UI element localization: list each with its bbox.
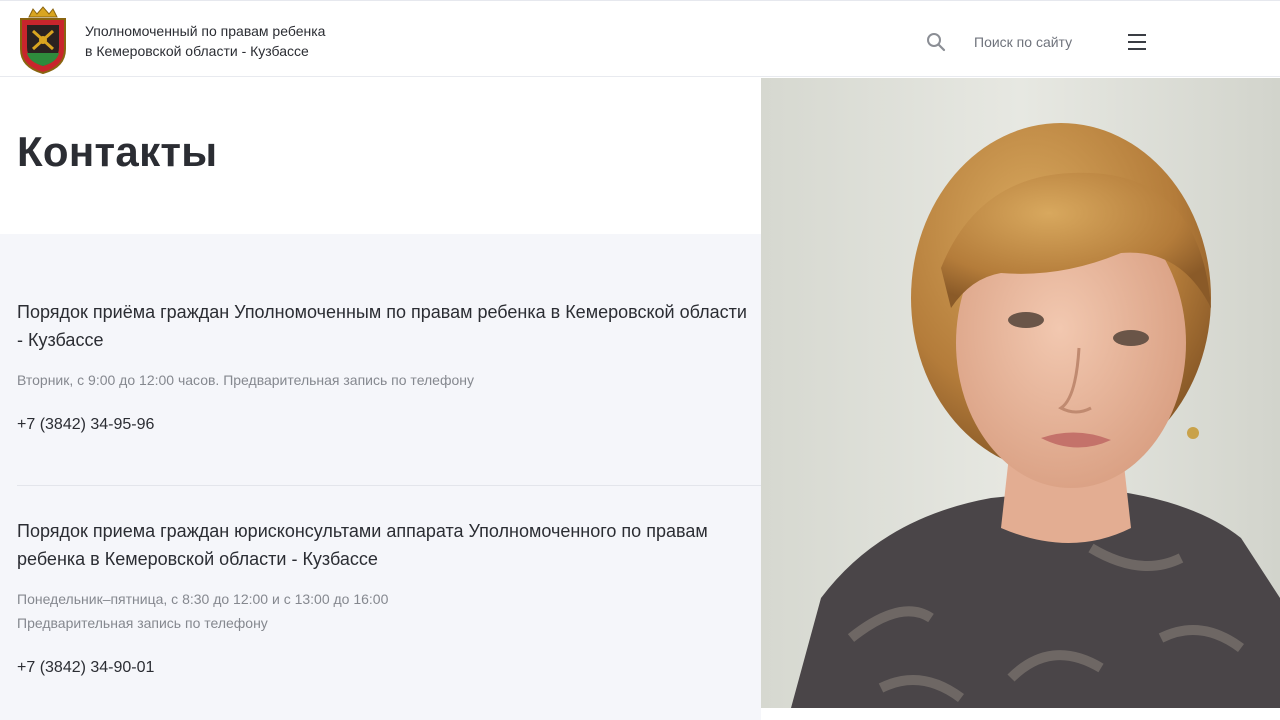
menu-icon[interactable] — [1126, 31, 1148, 53]
contact-phone-link[interactable]: +7 (3842) 34-95-96 — [17, 414, 154, 436]
contact-hours: Вторник, с 9:00 до 12:00 часов. Предвари… — [17, 372, 475, 388]
contact-block-ombudsman: Порядок приёма граждан Уполномоченным по… — [17, 298, 757, 436]
contact-block-legal-advisers: Порядок приема граждан юрисконсультами а… — [17, 517, 757, 679]
site-header: Уполномоченный по правам ребенка в Кемер… — [0, 0, 1280, 77]
ombudsman-photo — [761, 78, 1280, 708]
organization-name-line-2: в Кемеровской области - Кузбассе — [85, 43, 309, 59]
contact-hours: Понедельник–пятница, с 8:30 до 12:00 и с… — [17, 591, 389, 607]
coat-of-arms-logo[interactable] — [15, 5, 71, 75]
contact-title: Порядок приема граждан юрисконсультами а… — [17, 521, 708, 569]
organization-name[interactable]: Уполномоченный по правам ребенка в Кемер… — [85, 21, 325, 61]
contact-hours: Предварительная запись по телефону — [17, 615, 268, 631]
organization-name-line-1: Уполномоченный по правам ребенка — [85, 23, 326, 39]
page-title: Контакты — [17, 128, 218, 175]
search-icon[interactable] — [926, 32, 946, 52]
page: Уполномоченный по правам ребенка в Кемер… — [0, 0, 1280, 720]
divider — [17, 485, 761, 486]
contacts-section: Порядок приёма граждан Уполномоченным по… — [0, 234, 761, 720]
search-input[interactable] — [960, 29, 1110, 55]
contact-phone-link[interactable]: +7 (3842) 34-90-01 — [17, 657, 154, 679]
contact-title: Порядок приёма граждан Уполномоченным по… — [17, 302, 747, 350]
